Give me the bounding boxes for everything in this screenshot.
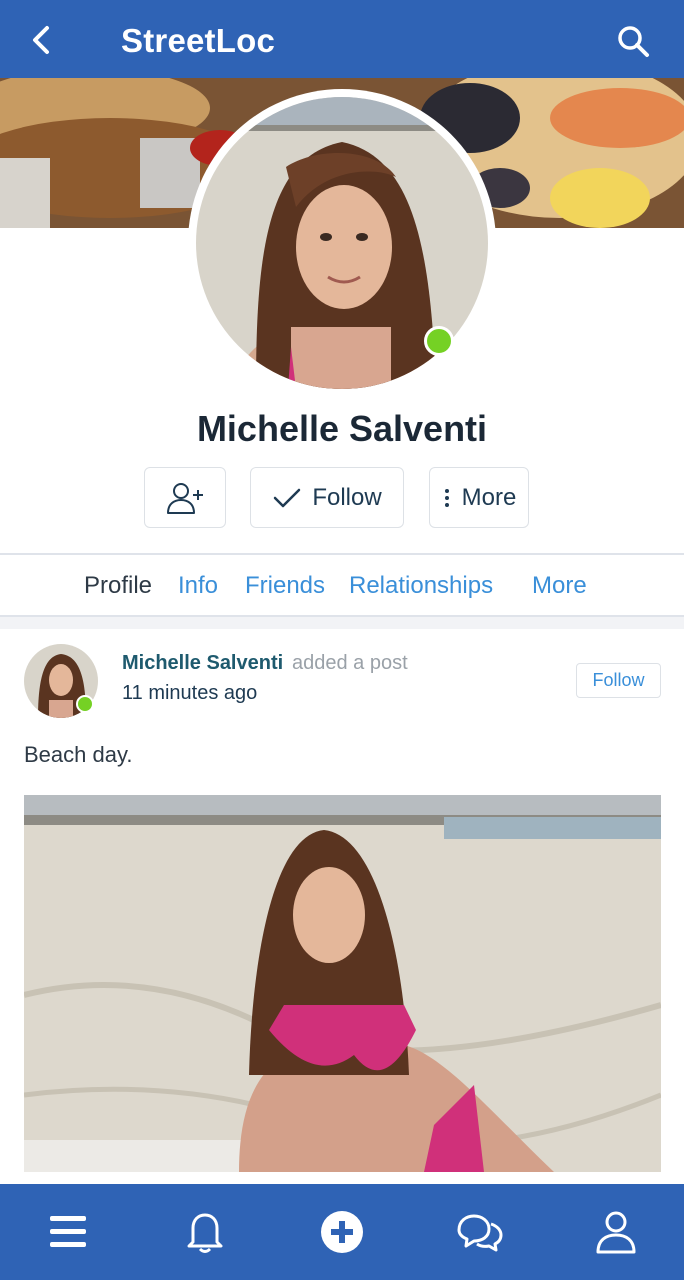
messages-button[interactable] xyxy=(453,1206,505,1258)
plus-circle-icon xyxy=(321,1211,363,1253)
bottom-nav xyxy=(0,1184,684,1280)
notifications-button[interactable] xyxy=(179,1206,231,1258)
post-action-text: added a post xyxy=(292,652,408,674)
section-gap xyxy=(0,617,684,629)
add-friend-button[interactable] xyxy=(144,467,226,528)
check-icon xyxy=(274,488,301,507)
follow-label: Follow xyxy=(312,483,382,511)
online-status-dot xyxy=(424,326,454,356)
back-button[interactable] xyxy=(22,18,62,62)
search-icon xyxy=(618,26,649,57)
menu-button[interactable] xyxy=(42,1206,94,1258)
user-icon xyxy=(596,1211,636,1254)
tab-more[interactable]: More xyxy=(532,572,587,600)
menu-icon xyxy=(50,1216,86,1247)
post-follow-button[interactable]: Follow xyxy=(576,663,661,698)
tab-relationships[interactable]: Relationships xyxy=(349,572,493,600)
create-post-button[interactable] xyxy=(316,1206,368,1258)
tab-profile[interactable]: Profile xyxy=(84,572,152,600)
post-timestamp[interactable]: 11 minutes ago xyxy=(122,682,257,705)
tab-info[interactable]: Info xyxy=(178,572,218,600)
post-image[interactable] xyxy=(24,795,661,1172)
more-actions-button[interactable]: More xyxy=(429,467,529,528)
post-text: Beach day. xyxy=(24,742,133,767)
follow-button[interactable]: Follow xyxy=(250,467,404,528)
post-author-online-dot xyxy=(76,695,94,713)
bell-icon xyxy=(187,1213,223,1253)
chevron-left-icon xyxy=(33,26,49,54)
profile-name: Michelle Salventi xyxy=(196,408,488,449)
add-user-icon xyxy=(167,482,203,514)
app-bar: StreetLoc xyxy=(0,0,684,78)
search-button[interactable] xyxy=(612,20,656,64)
more-label: More xyxy=(461,483,517,511)
profile-button[interactable] xyxy=(590,1206,642,1258)
profile-tabs: Profile Info Friends Relationships More xyxy=(0,555,684,615)
post-author-name[interactable]: Michelle Salventi xyxy=(122,652,283,675)
tab-friends[interactable]: Friends xyxy=(245,572,325,600)
chat-icon xyxy=(457,1214,503,1252)
vertical-dots-icon xyxy=(444,488,449,507)
app-title: StreetLoc xyxy=(121,22,276,59)
